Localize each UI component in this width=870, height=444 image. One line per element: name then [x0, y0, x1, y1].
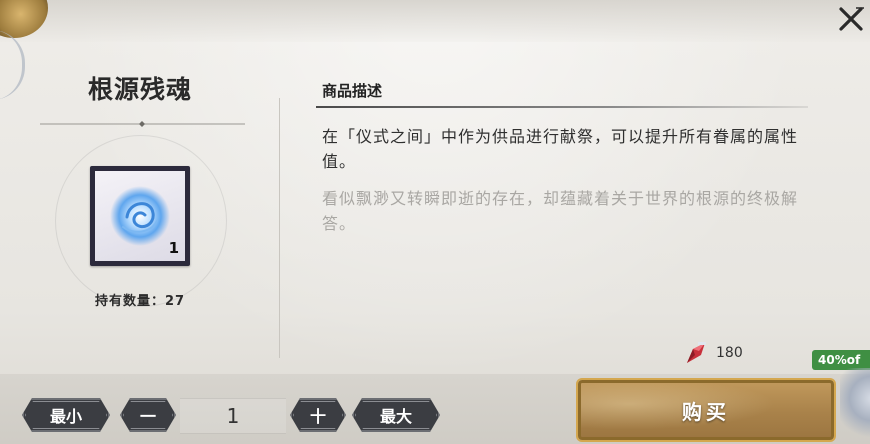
blue-soul-icon — [110, 186, 170, 246]
close-button[interactable] — [834, 2, 868, 36]
max-quantity-button[interactable]: 最大 — [352, 398, 440, 432]
description-underline — [316, 106, 808, 108]
buy-button[interactable]: 购买 — [578, 380, 834, 440]
item-count-badge: 1 — [168, 239, 179, 257]
item-name: 根源残魂 — [87, 75, 192, 104]
right-corner-ornament — [840, 368, 870, 444]
description-header: 商品描述 — [322, 82, 383, 100]
title-divider — [40, 112, 245, 127]
discount-badge: 40%of — [812, 350, 870, 370]
quantity-input[interactable]: 1 — [180, 398, 286, 434]
owned-quantity: 持有数量：27 — [94, 294, 186, 309]
decrease-quantity-button[interactable]: 一 — [120, 398, 176, 432]
close-icon — [839, 7, 864, 31]
top-ornament-band — [0, 0, 870, 42]
description-effect-text: 在「仪式之间」中作为供品进行献祭，可以提升所有眷属的属性值。 — [322, 127, 799, 171]
price-value: 180 — [716, 345, 743, 361]
item-icon-frame[interactable]: 1 — [90, 166, 190, 266]
price-display: 180 — [684, 340, 743, 366]
shop-item-panel: 根源残魂 1 持有数量：27 商品描述 在「仪式之间」中作为供品进行献祭，可以提… — [0, 0, 870, 444]
description-flavor-text: 看似飘渺又转瞬即逝的存在，却蕴藏着关于世界的根源的终极解答。 — [322, 189, 799, 233]
min-quantity-button[interactable]: 最小 — [22, 398, 110, 432]
column-divider — [279, 98, 280, 358]
increase-quantity-button[interactable]: 十 — [290, 398, 346, 432]
red-crystal-icon — [687, 342, 706, 363]
buy-button-label: 购买 — [682, 399, 730, 424]
